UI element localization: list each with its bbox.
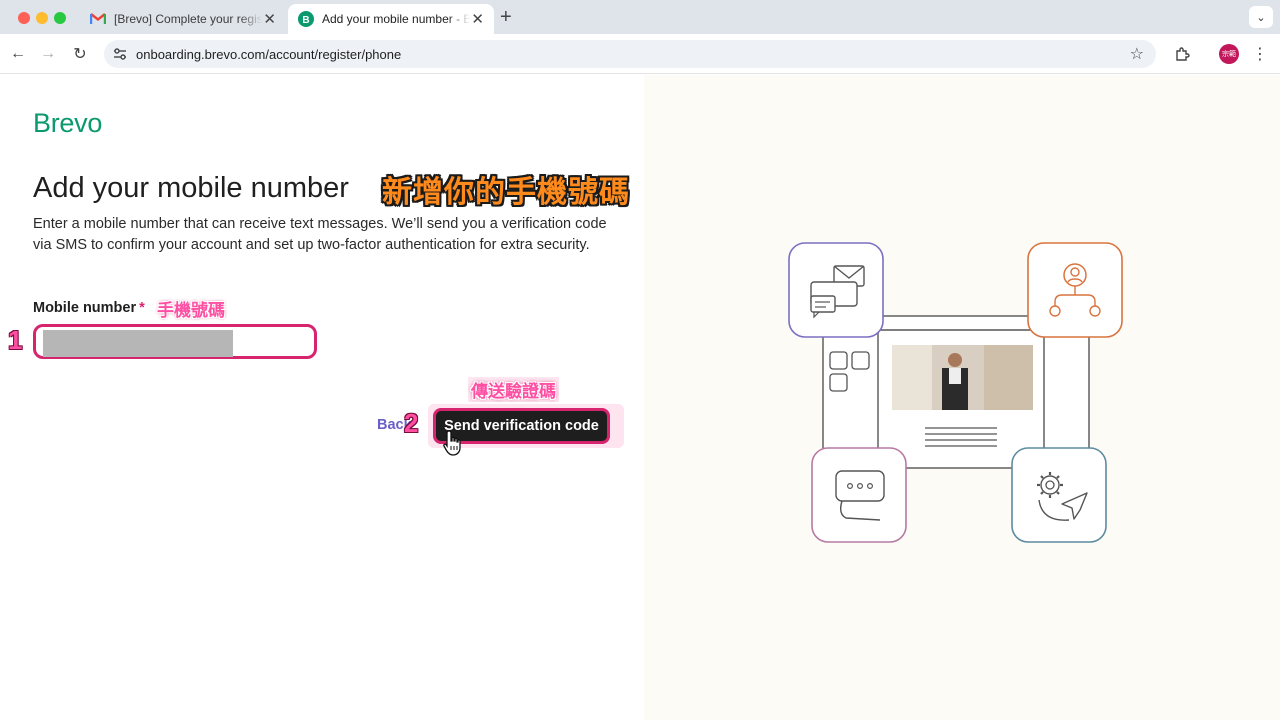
tab-title: Add your mobile number - Brevo	[322, 12, 470, 26]
annotation-field-note: 手機號碼	[157, 301, 225, 320]
window-close-button[interactable]	[18, 12, 30, 24]
close-icon[interactable]: ✕	[263, 12, 276, 27]
svg-text:B: B	[302, 15, 309, 26]
video-thumbnail	[892, 345, 1033, 410]
brevo-icon: B	[298, 11, 314, 27]
forward-arrow-icon[interactable]: →	[38, 44, 58, 64]
tab-search-icon[interactable]: ⌄	[1249, 6, 1273, 28]
hand-cursor-icon	[442, 429, 466, 462]
reload-icon[interactable]: ↻	[70, 44, 90, 64]
window-zoom-button[interactable]	[54, 12, 66, 24]
window-minimize-button[interactable]	[36, 12, 48, 24]
mobile-number-label: Mobile number *	[33, 300, 145, 316]
back-arrow-icon[interactable]: ←	[8, 44, 28, 64]
annotation-title-note: 新增你的手機號碼	[382, 176, 630, 209]
form-panel: Brevo Add your mobile number 新增你的手機號碼 En…	[0, 75, 644, 720]
illustration-panel	[644, 75, 1280, 720]
page-description: Enter a mobile number that can receive t…	[33, 216, 607, 253]
page-title: Add your mobile number	[33, 172, 349, 204]
new-tab-icon[interactable]: +	[500, 6, 512, 29]
url-text: onboarding.brevo.com/account/register/ph…	[136, 46, 402, 62]
required-mark: *	[139, 300, 145, 316]
message-bubble-icon	[811, 447, 907, 543]
gear-send-icon	[1011, 447, 1107, 543]
label-text: Mobile number	[33, 300, 137, 316]
email-chat-icon	[788, 242, 884, 338]
browser-tab-bar: [Brevo] Complete your registration ✕ B A…	[0, 0, 1280, 34]
bookmark-star-icon[interactable]: ☆	[1130, 44, 1144, 64]
close-icon[interactable]: ✕	[471, 12, 484, 27]
brevo-logo[interactable]: Brevo	[33, 108, 102, 139]
browser-toolbar: ← → ↻ onboarding.brevo.com/account/regis…	[0, 34, 1280, 74]
gmail-icon	[90, 11, 106, 27]
annotation-send-note: 傳送驗證碼	[468, 377, 559, 402]
page-content: Brevo Add your mobile number 新增你的手機號碼 En…	[0, 75, 1280, 720]
user-network-icon	[1027, 242, 1123, 338]
address-bar[interactable]: onboarding.brevo.com/account/register/ph…	[104, 40, 1156, 68]
annotation-step-1: 1	[8, 325, 23, 355]
menu-dots-icon[interactable]: ⋮	[1250, 44, 1270, 64]
tab-title: [Brevo] Complete your registration	[114, 12, 262, 26]
mobile-number-field[interactable]	[33, 324, 317, 359]
tab-gmail[interactable]: [Brevo] Complete your registration ✕	[80, 4, 286, 34]
profile-avatar[interactable]: 宗範	[1219, 44, 1239, 64]
annotation-step-2: 2	[404, 408, 419, 438]
extensions-icon[interactable]	[1172, 44, 1192, 64]
marketing-illustration	[788, 242, 1123, 543]
tab-brevo[interactable]: B Add your mobile number - Brevo ✕	[288, 4, 494, 34]
mobile-number-input[interactable]	[36, 327, 314, 356]
site-settings-icon[interactable]	[112, 46, 128, 62]
